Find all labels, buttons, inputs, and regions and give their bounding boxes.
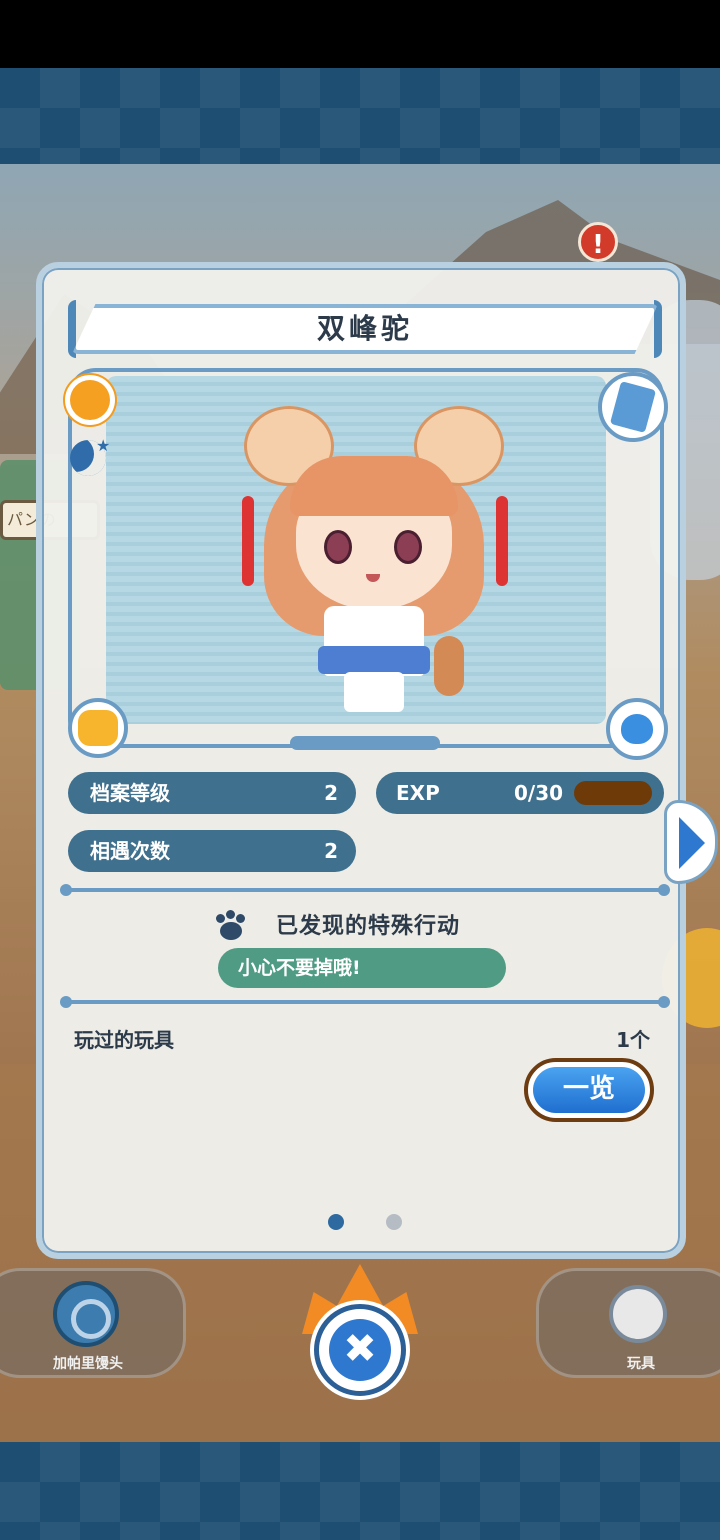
paw-icon [214, 910, 248, 940]
played-toys-count: 1个 [616, 1028, 650, 1052]
profile-level-value: 2 [324, 781, 338, 805]
profile-level-pill: 档案等级 2 [68, 772, 356, 814]
close-button[interactable]: ✖ [314, 1304, 406, 1396]
japari-bun-icon [68, 698, 128, 758]
japari-bun-button[interactable]: 加帕里馒头 [0, 1268, 186, 1378]
page-indicator-dot-active[interactable] [328, 1214, 344, 1230]
character-portrait [224, 406, 524, 716]
paw-toe [236, 914, 245, 923]
exp-value: 0/30 [514, 781, 564, 805]
toys-label: 玩具 [627, 1356, 655, 1372]
bottom-pattern-band [0, 1442, 720, 1540]
section-divider [60, 884, 670, 896]
exp-progress-bar [574, 781, 652, 805]
played-toys-label: 玩过的玩具 [74, 1028, 174, 1052]
exp-pill: EXP 0/30 [376, 772, 664, 814]
star-icon: ★ [96, 436, 111, 455]
paw-toe [226, 910, 235, 919]
animal-profile-card: 双峰驼 ★ 档案等级 2 EXP 0/30 相遇次数 2 已发现的特殊行动 小心… [36, 262, 686, 1259]
character-tail [434, 636, 464, 696]
view-list-button-label: 一览 [533, 1067, 645, 1113]
character-legs [344, 672, 404, 712]
character-ribbon [496, 496, 508, 586]
book-icon[interactable] [598, 372, 668, 442]
status-bar [0, 0, 720, 68]
close-icon: ✖ [329, 1319, 391, 1381]
page-indicator-dot[interactable] [386, 1214, 402, 1230]
paw-toe [216, 914, 225, 923]
paw-pad [220, 922, 242, 940]
paw-icon-shape [621, 714, 653, 744]
encounter-count-label: 相遇次数 [90, 839, 170, 863]
exp-label: EXP [396, 781, 440, 805]
japari-bun-icon [53, 1281, 119, 1347]
profile-level-label: 档案等级 [90, 781, 170, 805]
character-eye [324, 530, 352, 564]
portrait-frame-tab [290, 736, 440, 750]
encounter-count-pill: 相遇次数 2 [68, 830, 356, 872]
special-behavior-item: 小心不要掉哦! [218, 948, 506, 988]
toys-button[interactable]: 玩具 [536, 1268, 720, 1378]
character-ribbon [242, 496, 254, 586]
character-skirt [318, 646, 430, 674]
special-behavior-header: 已发现的特殊行动 [42, 904, 680, 944]
sun-icon [70, 380, 110, 420]
section-divider [60, 996, 670, 1008]
paw-icon [606, 698, 668, 760]
japari-bun-icon-shape [78, 710, 118, 746]
view-list-button[interactable]: 一览 [524, 1058, 654, 1122]
japari-bun-label: 加帕里馒头 [53, 1356, 123, 1372]
page-title: 双峰驼 [72, 304, 658, 354]
character-eye [394, 530, 422, 564]
top-pattern-band [0, 68, 720, 164]
special-behavior-title: 已发现的特殊行动 [276, 914, 461, 939]
encounter-count-value: 2 [324, 839, 338, 863]
character-bangs [290, 456, 458, 516]
ball-icon [609, 1285, 667, 1343]
book-icon-shape [609, 381, 657, 433]
alert-icon[interactable]: ! [578, 222, 618, 262]
